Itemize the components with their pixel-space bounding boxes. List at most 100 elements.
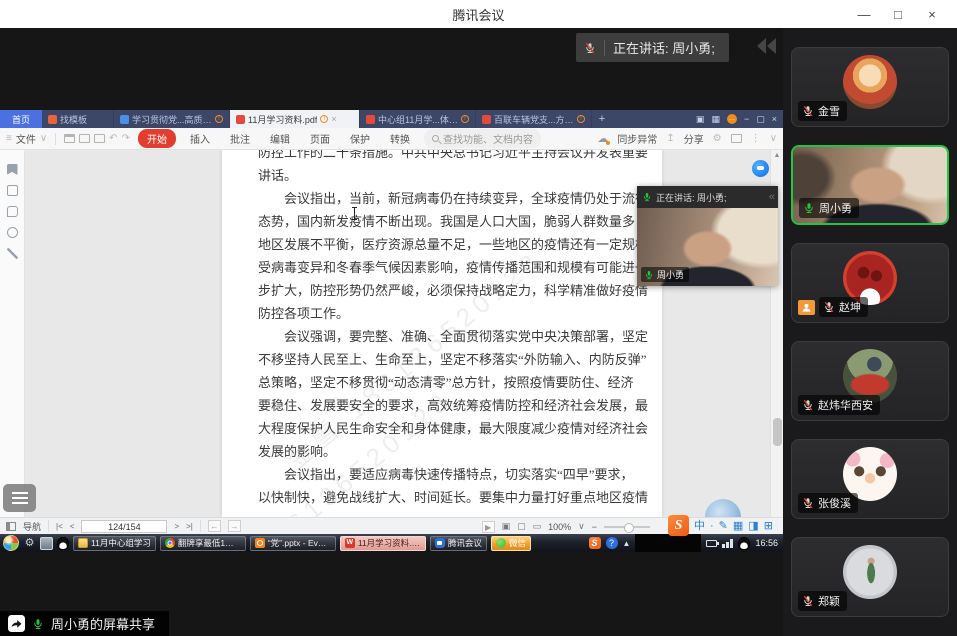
left-panel-strip [0,150,25,517]
search-input: 查找功能、文档内容 [424,129,541,148]
document-line: 会议指出，当前，新冠病毒仍在持续变异，全球疫情仍处于流行 [258,187,626,210]
zoom-out-icon: − [592,522,597,532]
participant-name: 金雪 [818,103,840,119]
speaking-banner: 正在讲话: 周小勇; [576,33,729,62]
participant-tile-zhaowei[interactable]: 赵炜华西安 [791,341,949,421]
wps-window-controls: ▣ ▦ … − ▢ × [696,110,781,128]
participant-tile-jinxue[interactable]: 金雪 [791,47,949,127]
participant-tile-zhangjunxi[interactable]: 张俊溪 [791,439,949,519]
muted-mic-icon [802,399,814,411]
save-icon [79,134,90,143]
ime-pen-icon: ✎ [719,519,728,533]
more-menu-icon: … [727,114,737,124]
wps-icon: W [345,538,355,548]
ime-keyboard-icon: ▦ [733,519,743,533]
tray-sogou-icon: S [589,537,601,549]
participant-tile-zhouxiaoyong[interactable]: 周小勇 [791,145,949,225]
share-status-text: 周小勇的屏幕共享 [51,614,155,633]
comment-bubble-icon [731,134,742,143]
back-view-button: ← [208,520,221,532]
ime-toolbox-icon: ⊞ [764,519,773,533]
participant-tile-zhaokun[interactable]: 赵坤 [791,243,949,323]
folder-icon [78,538,88,548]
tab-november-pdf-active: 11月学习资料.pdf ! × [230,110,360,128]
overlay-name-pill: 周小勇 [641,267,689,282]
avatar [843,545,897,599]
ribbon-tab-page: 页面 [304,131,336,146]
taskbar-wps-button-active: W 11月学习资料.pdf... [340,536,426,551]
ribbon-tab-protect: 保护 [344,131,376,146]
document-line: 不移坚持人民至上、生命至上，坚定不移落实“外防输入、内防反弹” [258,348,626,371]
participants-sidebar: 金雪 周小勇 赵坤 [783,28,957,636]
wechat-icon [496,538,506,548]
ribbon-tab-home-active: 开始 [138,129,176,148]
quicklaunch-qq-icon [57,537,69,550]
navigation-label: 导航 [23,520,41,533]
workspace-icon: ▣ [696,114,705,125]
avatar [843,55,897,109]
attachment-icon [7,227,18,238]
ime-lang-icon: 中 [694,519,705,533]
taskbar-chrome-button: 翻牌享最低1折开... [160,536,246,551]
search-icon [432,135,439,142]
maximize-button[interactable]: □ [881,0,915,28]
document-text: 防控工作的二十条措施。中共中央总书记习近平主持会议并发表重要 讲话。 会议指出，… [258,150,626,509]
fit-page-layout-icon: ▢ [517,521,526,532]
close-button[interactable]: × [915,0,949,28]
participant-name: 周小勇 [819,200,852,216]
ime-punct-icon: · [710,519,714,533]
zoom-dropdown-icon: ∨ [578,521,585,532]
tab-docer: 找模板 [42,110,114,128]
taskbar-folder-button: 11月中心组学习 [73,536,156,551]
taskbar-meeting-button: 腾讯会议 [430,536,487,551]
scrollbar-thumb [773,418,782,446]
last-page-button: >| [186,522,193,531]
share-up-icon: ↥ [666,133,674,144]
muted-mic-icon [802,497,814,509]
docer-icon [48,115,57,124]
participant-tile-zhengying[interactable]: 郑颖 [791,537,949,617]
doc-icon [120,115,129,124]
zoom-slider [604,526,650,528]
tab-close-icon: × [331,114,336,124]
comment-icon [7,206,18,217]
single-page-layout-icon: ▣ [502,521,511,532]
first-page-button: |< [56,522,63,531]
pdf-icon [482,115,491,124]
tab-study-doc: 学习贯彻党...高质量发展 ! [114,110,230,128]
share-label: 分享 [684,131,704,146]
sync-status-label: 同步异常 [617,131,657,146]
overlay-video: 周小勇 [637,208,778,286]
grid-icon: ▦ [711,114,720,125]
undo-icon: ↶ [109,133,117,144]
navigation-panel-icon [6,522,16,531]
active-mic-icon [642,192,652,202]
list-icon [12,492,28,504]
share-arrow-icon [8,615,25,632]
muted-mic-icon [802,105,814,117]
wps-close-icon: × [772,114,777,124]
quicklaunch-explorer-icon [40,537,53,550]
collapse-ribbon-icon: ∨ [770,133,777,144]
everything-icon [255,538,265,548]
network-signal-icon [722,539,733,548]
wps-assistant-icon [752,160,769,177]
muted-mic-icon [802,595,814,607]
taskbar-everything-button: “党”.pptx - Every... [250,536,336,551]
ribbon-tab-convert: 转换 [384,131,416,146]
document-line: 防控各项工作。 [258,302,626,325]
minimize-button[interactable]: — [847,0,881,28]
meeting-stage: 正在讲话: 周小勇; 首页 找模板 学习贯彻党...高质量发展 ! [0,28,783,636]
pdf-icon [236,115,245,124]
title-bar: 腾讯会议 — □ × [0,0,957,28]
muted-mic-icon [823,301,835,313]
document-line: 会议强调，要完整、准确、全面贯彻落实党中央决策部署，坚定 [258,325,626,348]
meeting-overlay-window: 正在讲话: 周小勇; « 周小勇 [637,186,778,286]
overlay-speaking-text: 正在讲话: 周小勇; [656,191,765,204]
ribbon-tab-comment: 批注 [224,131,256,146]
outline-icon [7,185,18,196]
chrome-icon [165,538,175,548]
pdf-page: 金雪 186136520128 金雪 186136520128 防控工作的二十条… [222,150,662,517]
windows-taskbar: ⚙ 11月中心组学习 翻牌享最低1折开... “党”.pptx - Every.… [0,534,783,552]
name-pill: 周小勇 [799,198,859,218]
